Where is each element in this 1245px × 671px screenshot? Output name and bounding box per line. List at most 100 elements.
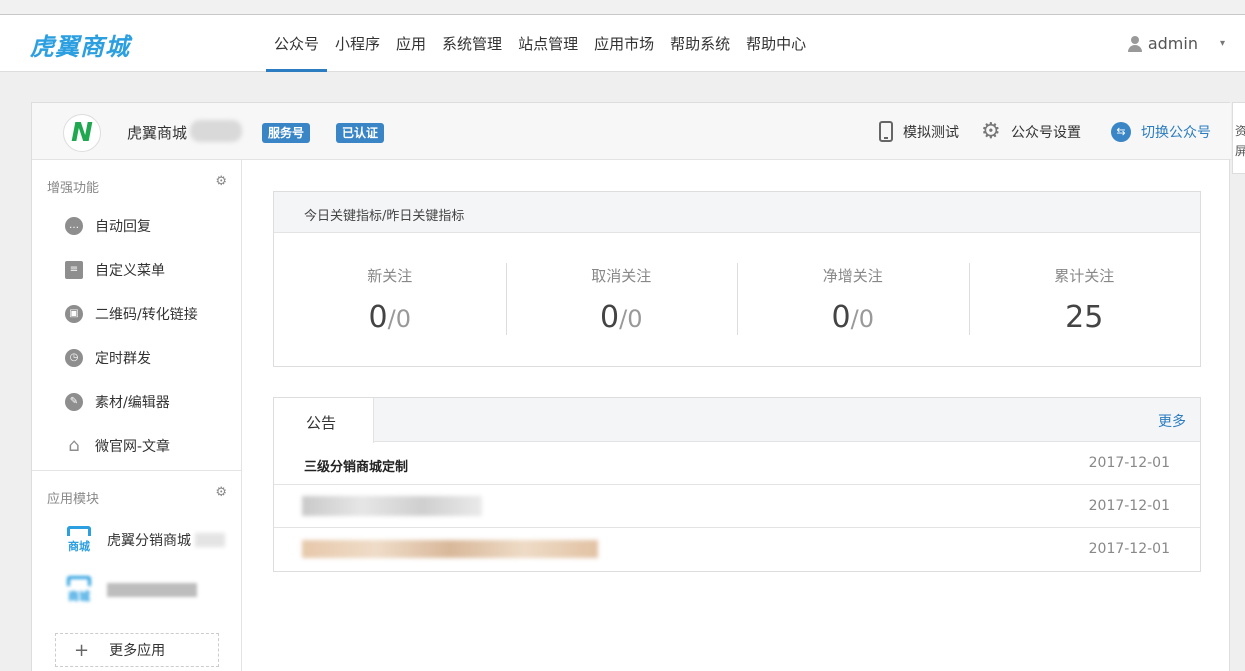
clock-icon: ◷ — [65, 349, 83, 367]
more-apps-button[interactable]: + 更多应用 — [55, 633, 219, 667]
metric-net-follow: 净增关注 0/0 — [737, 233, 969, 366]
nav-item-public-account[interactable]: 公众号 — [266, 15, 328, 72]
nav-item-help-center[interactable]: 帮助中心 — [738, 15, 814, 72]
account-name: 虎翼商城 — [127, 124, 188, 142]
right-edge-text: 屏 — [1235, 141, 1245, 161]
metric-today: 0 — [831, 300, 851, 335]
account-settings-label: 公众号设置 — [1011, 124, 1081, 141]
chat-icon: … — [65, 217, 83, 235]
sidebar-item-auto-reply[interactable]: … 自动回复 — [32, 204, 241, 248]
gear-icon: ⚙ — [981, 118, 1001, 144]
sidebar-item-micro-site[interactable]: ⌂ 微官网-文章 — [32, 424, 241, 468]
sidebar-item-label: 二维码/转化链接 — [95, 307, 198, 323]
user-name: admin — [1147, 34, 1198, 53]
account-settings-button[interactable]: ⚙ 公众号设置 — [981, 118, 1081, 144]
tab-notice[interactable]: 公告 — [274, 398, 374, 443]
sidebar-app-distribution-mall[interactable]: 商城 虎翼分销商城 — [32, 515, 241, 565]
top-header: 虎翼商城 公众号 小程序 应用 系统管理 站点管理 应用市场 帮助系统 帮助中心… — [0, 15, 1245, 72]
sidebar-section-title: 增强功能 — [47, 181, 100, 196]
nav-item-site-manage[interactable]: 站点管理 — [510, 15, 586, 72]
sidebar: 增强功能 ⚙ … 自动回复 ≡ 自定义菜单 ▣ 二维码/转化链接 ◷ 定时群发 … — [32, 160, 242, 671]
notice-row[interactable]: 2017-12-01 — [274, 528, 1200, 571]
house-icon: ⌂ — [68, 435, 80, 456]
metrics-row: 新关注 0/0 取消关注 0/0 净增关注 0/0 累计关注 25 — [274, 233, 1200, 366]
mall-logo-icon: 商城 — [65, 526, 93, 554]
notice-header: 公告 更多 — [274, 398, 1200, 443]
pencil-icon: ✎ — [65, 393, 83, 411]
metric-yesterday: 0 — [395, 305, 411, 333]
sidebar-item-qrcode[interactable]: ▣ 二维码/转化链接 — [32, 292, 241, 336]
metric-yesterday: 0 — [627, 305, 643, 333]
notice-title: 三级分销商城定制 — [304, 460, 409, 475]
sidebar-app-redacted[interactable]: 商城 — [32, 565, 241, 615]
mall-logo-text: 商城 — [68, 540, 90, 553]
sidebar-item-label: 自动回复 — [95, 219, 151, 235]
metric-separator: / — [850, 305, 859, 333]
crown-icon — [67, 526, 91, 536]
account-bar: N 虎翼商城 服务号 已认证 模拟测试 ⚙ 公众号设置 ⇆ 切换公众号 — [32, 103, 1231, 160]
nav-item-app-market[interactable]: 应用市场 — [586, 15, 662, 72]
badge-verified: 已认证 — [336, 123, 385, 143]
sidebar-section-apps: 应用模块 ⚙ — [32, 471, 241, 515]
brand-logo[interactable]: 虎翼商城 — [30, 27, 130, 62]
sidebar-item-label: 素材/编辑器 — [95, 395, 170, 411]
sidebar-item-label: 定时群发 — [95, 351, 151, 367]
sidebar-item-label: 微官网-文章 — [95, 439, 171, 455]
plus-icon: + — [74, 639, 90, 661]
account-actions: 模拟测试 ⚙ 公众号设置 ⇆ 切换公众号 — [857, 103, 1211, 160]
metric-value: 25 — [1065, 300, 1104, 335]
right-edge-text: 资 — [1235, 121, 1245, 141]
notice-date: 2017-12-01 — [1088, 498, 1170, 514]
metric-separator: / — [387, 305, 396, 333]
metric-label: 新关注 — [367, 267, 413, 285]
user-menu[interactable]: admin ▾ — [1127, 15, 1225, 72]
sidebar-section-enhance: 增强功能 ⚙ — [32, 160, 241, 204]
sidebar-item-label: 自定义菜单 — [95, 263, 165, 279]
metric-today: 0 — [600, 300, 620, 335]
metric-today: 0 — [368, 300, 388, 335]
notice-date: 2017-12-01 — [1088, 541, 1170, 557]
notice-more-link[interactable]: 更多 — [1158, 411, 1186, 431]
metric-label: 净增关注 — [822, 267, 883, 285]
redacted-notice-title — [302, 540, 598, 558]
metric-separator: / — [619, 305, 628, 333]
nav-item-apps[interactable]: 应用 — [388, 15, 434, 72]
metric-new-follow: 新关注 0/0 — [274, 233, 506, 366]
nav-item-system-manage[interactable]: 系统管理 — [434, 15, 510, 72]
chevron-down-icon: ▾ — [1219, 38, 1225, 49]
gear-icon[interactable]: ⚙ — [215, 174, 227, 189]
sidebar-item-scheduled-send[interactable]: ◷ 定时群发 — [32, 336, 241, 380]
redacted-notice-title — [302, 496, 482, 516]
crown-icon — [67, 576, 91, 586]
metric-value: 0/0 — [506, 300, 738, 335]
metric-value: 0/0 — [737, 300, 969, 335]
simulate-test-button[interactable]: 模拟测试 — [879, 121, 959, 142]
switch-account-button[interactable]: ⇆ 切换公众号 — [1111, 121, 1211, 142]
metric-label: 取消关注 — [591, 267, 652, 285]
mall-logo-icon: 商城 — [65, 576, 93, 604]
nav-item-mini-program[interactable]: 小程序 — [327, 15, 388, 72]
notice-date: 2017-12-01 — [1088, 455, 1170, 471]
metric-label: 累计关注 — [1054, 267, 1115, 285]
redacted-text — [195, 533, 225, 547]
account-avatar: N — [63, 114, 101, 152]
user-icon — [1127, 35, 1142, 52]
metric-total-follow: 累计关注 25 — [968, 233, 1201, 366]
qrcode-icon: ▣ — [65, 305, 83, 323]
metric-value: 0/0 — [274, 300, 506, 335]
gear-icon[interactable]: ⚙ — [215, 485, 227, 500]
nav-item-help-system[interactable]: 帮助系统 — [662, 15, 738, 72]
menu-doc-icon: ≡ — [65, 261, 83, 279]
phone-icon — [879, 121, 893, 142]
more-apps-label: 更多应用 — [109, 643, 166, 659]
key-metrics-title: 今日关键指标/昨日关键指标 — [274, 192, 1200, 233]
notice-row[interactable]: 2017-12-01 — [274, 485, 1200, 528]
main-panel: N 虎翼商城 服务号 已认证 模拟测试 ⚙ 公众号设置 ⇆ 切换公众号 增强功能… — [31, 102, 1231, 671]
sidebar-item-material-editor[interactable]: ✎ 素材/编辑器 — [32, 380, 241, 424]
sidebar-item-custom-menu[interactable]: ≡ 自定义菜单 — [32, 248, 241, 292]
mall-logo-text: 商城 — [68, 590, 90, 603]
window-top-strip — [0, 0, 1245, 15]
notice-row[interactable]: 三级分销商城定制 2017-12-01 — [274, 442, 1200, 485]
notice-card: 公告 更多 三级分销商城定制 2017-12-01 2017-12-01 201… — [273, 397, 1201, 572]
right-edge-widget[interactable]: 资 屏 — [1232, 102, 1245, 174]
